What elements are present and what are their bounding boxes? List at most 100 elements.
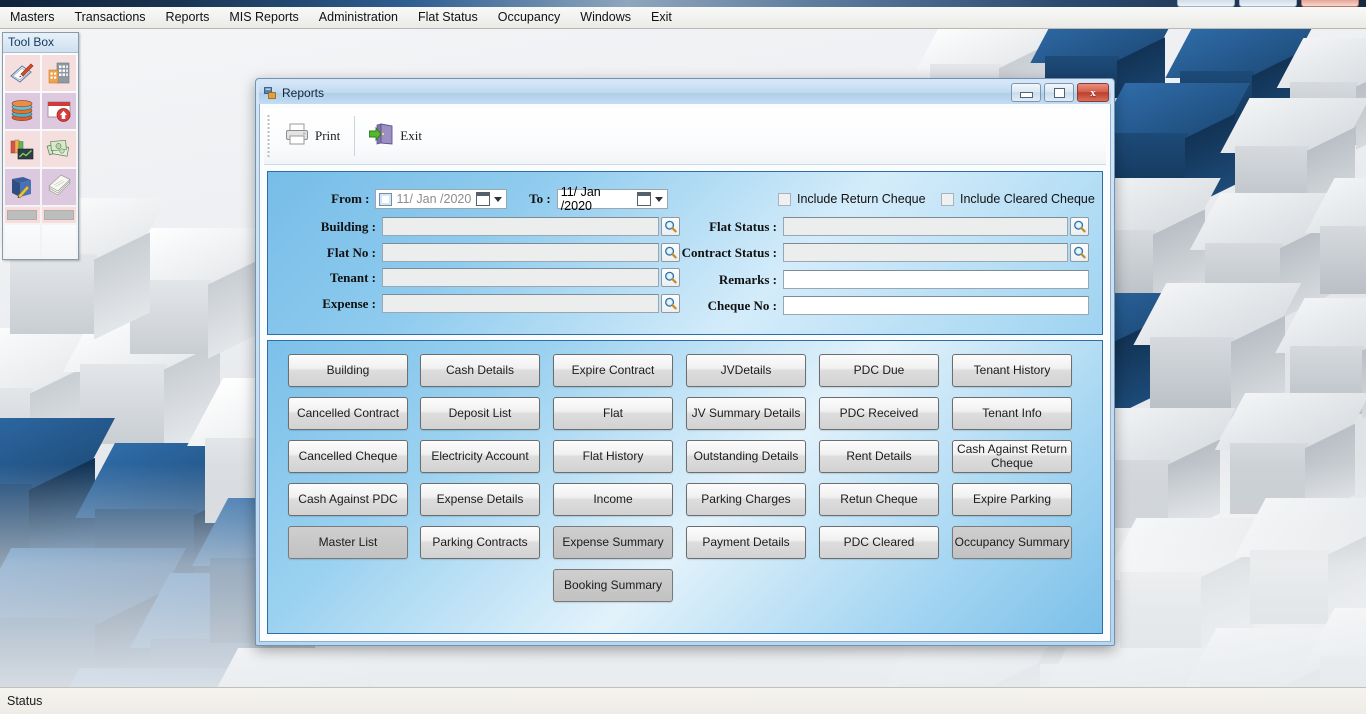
flat-status-label: Flat Status : <box>709 218 777 234</box>
report-button-tenant-history[interactable]: Tenant History <box>952 354 1072 387</box>
report-button-flat-history[interactable]: Flat History <box>553 440 673 473</box>
menu-item-transactions[interactable]: Transactions <box>64 7 155 28</box>
report-button-jv-summary-details[interactable]: JV Summary Details <box>686 397 806 430</box>
background-window-controls <box>1177 0 1359 7</box>
report-button-payment-details[interactable]: Payment Details <box>686 526 806 559</box>
window-upload-icon <box>46 98 72 124</box>
flat-status-lookup-button[interactable] <box>1070 217 1089 236</box>
remarks-row: Remarks : <box>675 270 1089 289</box>
close-icon: x <box>1090 86 1096 99</box>
contract-status-lookup-button[interactable] <box>1070 243 1089 262</box>
report-button-electricity-account[interactable]: Electricity Account <box>420 440 540 473</box>
books-chart-icon <box>9 136 35 162</box>
report-button-expire-contract[interactable]: Expire Contract <box>553 354 673 387</box>
report-button-cash-against-pdc[interactable]: Cash Against PDC <box>288 483 408 516</box>
toolbox-item-building[interactable] <box>41 55 76 91</box>
toolbox-item-document-pen[interactable] <box>5 55 40 91</box>
toolbox-empty-slot <box>5 225 40 259</box>
menu-item-administration[interactable]: Administration <box>309 7 408 28</box>
to-label: To : <box>529 191 551 206</box>
from-date-picker[interactable]: 11/ Jan /2020 <box>375 189 508 209</box>
report-button-booking-summary[interactable]: Booking Summary <box>553 569 673 602</box>
include-return-cheque-checkbox[interactable]: Include Return Cheque <box>778 192 926 206</box>
toolbox-item-window-upload[interactable] <box>41 93 76 129</box>
toolbox-item-books-chart[interactable] <box>5 131 40 167</box>
toolbox-item-papers-stack[interactable] <box>41 169 76 205</box>
report-button-parking-charges[interactable]: Parking Charges <box>686 483 806 516</box>
report-button-flat[interactable]: Flat <box>553 397 673 430</box>
menu-item-flat-status[interactable]: Flat Status <box>408 7 488 28</box>
report-button-tenant-info[interactable]: Tenant Info <box>952 397 1072 430</box>
report-button-pdc-due[interactable]: PDC Due <box>819 354 939 387</box>
menu-item-occupancy[interactable]: Occupancy <box>488 7 571 28</box>
menu-item-masters[interactable]: Masters <box>0 7 64 28</box>
report-button-cash-details[interactable]: Cash Details <box>420 354 540 387</box>
flat-no-row: Flat No : <box>268 243 680 262</box>
tool-box-panel: Tool Box <box>2 32 79 260</box>
menu-item-mis-reports[interactable]: MIS Reports <box>219 7 308 28</box>
report-button-pdc-received[interactable]: PDC Received <box>819 397 939 430</box>
menu-item-exit[interactable]: Exit <box>641 7 682 28</box>
include-cleared-cheque-checkbox[interactable]: Include Cleared Cheque <box>941 192 1095 206</box>
remarks-label: Remarks : <box>718 271 777 287</box>
report-button-building[interactable]: Building <box>288 354 408 387</box>
report-button-cash-against-return-cheque[interactable]: Cash Against Return Cheque <box>952 440 1072 473</box>
contract-status-label: Contract Status : <box>681 244 777 260</box>
form-icon <box>264 86 277 100</box>
minimize-button[interactable] <box>1011 83 1041 102</box>
print-button[interactable]: Print <box>274 116 350 157</box>
window-titlebar: Reports x <box>259 82 1111 104</box>
report-button-rent-details[interactable]: Rent Details <box>819 440 939 473</box>
status-bar: Status <box>0 687 1366 714</box>
report-button-master-list[interactable]: Master List <box>288 526 408 559</box>
report-button-occupancy-summary[interactable]: Occupancy Summary <box>952 526 1072 559</box>
report-button-expense-summary[interactable]: Expense Summary <box>553 526 673 559</box>
report-button-expire-parking[interactable]: Expire Parking <box>952 483 1072 516</box>
remarks-input[interactable] <box>783 270 1089 289</box>
expense-label: Expense : <box>322 295 376 311</box>
report-button-cancelled-cheque[interactable]: Cancelled Cheque <box>288 440 408 473</box>
bg-maximize-icon <box>1239 0 1297 7</box>
report-button-deposit-list[interactable]: Deposit List <box>420 397 540 430</box>
tenant-row: Tenant : <box>268 268 680 287</box>
contract-status-row: Contract Status : <box>675 243 1089 262</box>
flat-status-input[interactable] <box>783 217 1068 236</box>
tool-box-body <box>3 53 78 261</box>
building-input[interactable] <box>382 217 659 236</box>
money-notes-icon <box>46 136 72 162</box>
chevron-down-icon[interactable] <box>655 196 663 202</box>
toolbox-placeholder-bar-right <box>41 207 76 223</box>
cheque-no-input[interactable] <box>783 296 1089 315</box>
toolbox-item-books-stack[interactable] <box>5 93 40 129</box>
flat-no-input[interactable] <box>382 243 659 262</box>
to-date-value: 11/ Jan /2020 <box>560 185 601 213</box>
expense-input[interactable] <box>382 294 659 313</box>
contract-status-input[interactable] <box>783 243 1068 262</box>
reports-window: Reports x Print Exit From: 11/ Jan /202… <box>255 78 1115 646</box>
exit-button[interactable]: Exit <box>359 116 432 157</box>
report-button-jvdetails[interactable]: JVDetails <box>686 354 806 387</box>
include-cleared-cheque-label: Include Cleared Cheque <box>960 192 1095 206</box>
report-button-income[interactable]: Income <box>553 483 673 516</box>
report-button-expense-details[interactable]: Expense Details <box>420 483 540 516</box>
report-button-pdc-cleared[interactable]: PDC Cleared <box>819 526 939 559</box>
report-button-parking-contracts[interactable]: Parking Contracts <box>420 526 540 559</box>
toolbox-item-money-notes[interactable] <box>41 131 76 167</box>
maximize-button[interactable] <box>1044 83 1074 102</box>
menu-item-reports[interactable]: Reports <box>156 7 220 28</box>
report-button-cancelled-contract[interactable]: Cancelled Contract <box>288 397 408 430</box>
app-screen: Masters Transactions Reports MIS Reports Adm… <box>0 0 1366 714</box>
menu-item-windows[interactable]: Windows <box>570 7 641 28</box>
close-button[interactable]: x <box>1077 83 1109 102</box>
from-date-checkbox[interactable] <box>379 192 393 206</box>
tenant-input[interactable] <box>382 268 659 287</box>
document-pen-icon <box>9 60 35 86</box>
toolbox-item-folder-pencil[interactable] <box>5 169 40 205</box>
report-button-retun-cheque[interactable]: Retun Cheque <box>819 483 939 516</box>
from-label: From : <box>331 191 370 206</box>
papers-stack-icon <box>46 174 72 200</box>
tenant-label: Tenant : <box>329 269 376 285</box>
to-date-picker[interactable]: 11/ Jan /2020 <box>556 185 668 213</box>
chevron-down-icon[interactable] <box>494 196 503 202</box>
report-button-outstanding-details[interactable]: Outstanding Details <box>686 440 806 473</box>
